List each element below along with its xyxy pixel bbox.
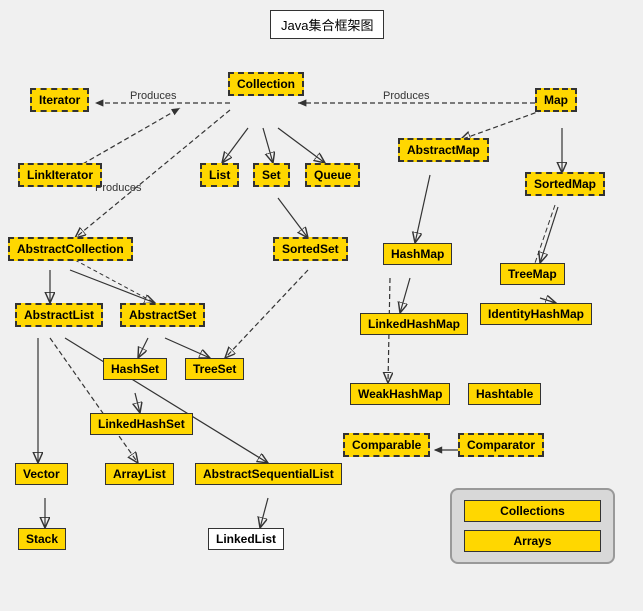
- arraylist-node: ArrayList: [105, 463, 174, 485]
- queue-node: Queue: [305, 163, 360, 187]
- collection-node: Collection: [228, 72, 304, 96]
- list-node: List: [200, 163, 239, 187]
- linkedhashset-node: LinkedHashSet: [90, 413, 193, 435]
- arrays-node: Arrays: [464, 530, 601, 552]
- abstractset-node: AbstractSet: [120, 303, 205, 327]
- treemap-node: TreeMap: [500, 263, 565, 285]
- collections-node: Collections: [464, 500, 601, 522]
- sortedset-node: SortedSet: [273, 237, 348, 261]
- abstractsequentiallist-node: AbstractSequentialList: [195, 463, 342, 485]
- abstractmap-node: AbstractMap: [398, 138, 489, 162]
- treeset-node: TreeSet: [185, 358, 244, 380]
- linkedlist-node: LinkedList: [208, 528, 284, 550]
- produces-label-2: Produces: [383, 90, 429, 102]
- set-node: Set: [253, 163, 290, 187]
- title-box: Java集合框架图: [270, 10, 384, 39]
- weakhashmap-node: WeakHashMap: [350, 383, 450, 405]
- abstractcollection-node: AbstractCollection: [8, 237, 133, 261]
- diagram-container: Java集合框架图: [0, 0, 643, 611]
- legend-box: Collections Arrays: [450, 488, 615, 564]
- linkiterator-node: LinkIterator: [18, 163, 102, 187]
- abstractlist-node: AbstractList: [15, 303, 103, 327]
- produces-label-1: Produces: [130, 90, 176, 102]
- linkedhashmap-node: LinkedHashMap: [360, 313, 468, 335]
- iterator-node: Iterator: [30, 88, 89, 112]
- stack-node: Stack: [18, 528, 66, 550]
- sortedmap-node: SortedMap: [525, 172, 605, 196]
- comparator-node: Comparator: [458, 433, 544, 457]
- hashmap-node: HashMap: [383, 243, 452, 265]
- map-node: Map: [535, 88, 577, 112]
- vector-node: Vector: [15, 463, 68, 485]
- comparable-node: Comparable: [343, 433, 430, 457]
- hashtable-node: Hashtable: [468, 383, 541, 405]
- identityhashmap-node: IdentityHashMap: [480, 303, 592, 325]
- hashset-node: HashSet: [103, 358, 167, 380]
